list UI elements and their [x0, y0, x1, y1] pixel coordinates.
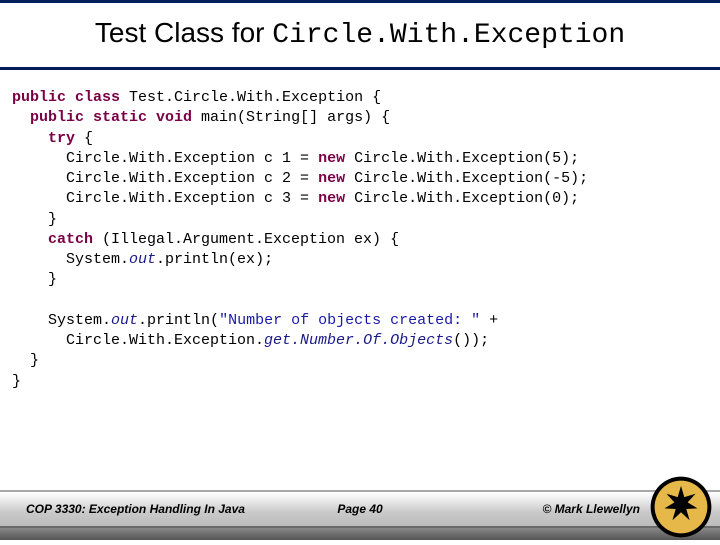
code-text: Circle.With.Exception(-5); [345, 170, 588, 187]
code-text: .println( [138, 312, 219, 329]
code-text: Circle.With.Exception(5); [345, 150, 579, 167]
code-kw: catch [12, 231, 93, 248]
footer-bar: COP 3330: Exception Handling In Java Pag… [0, 490, 720, 528]
code-kw: class [66, 89, 120, 106]
code-text: main(String[] args) { [192, 109, 390, 126]
footer-page-text: Page 40 [337, 502, 382, 516]
code-text: Circle.With.Exception(0); [345, 190, 579, 207]
code-text: Circle.With.Exception c 2 = [12, 170, 318, 187]
code-text: System. [12, 251, 129, 268]
code-kw: new [318, 190, 345, 207]
ucf-logo-icon [648, 474, 714, 540]
footer-bottom-bar [0, 528, 720, 540]
code-text: System. [12, 312, 111, 329]
code-text: ()); [453, 332, 489, 349]
code-text: + [480, 312, 498, 329]
code-kw: new [318, 170, 345, 187]
code-kw: public [12, 89, 66, 106]
code-kw: void [147, 109, 192, 126]
code-string: "Number of objects created: " [219, 312, 480, 329]
code-text: } [12, 271, 57, 288]
footer-copyright: © Mark Llewellyn [542, 502, 640, 516]
slide-title: Test Class for Circle.With.Exception [0, 3, 720, 63]
code-text: } [12, 211, 57, 228]
code-text: Circle.With.Exception c 1 = [12, 150, 318, 167]
code-kw: try [12, 130, 75, 147]
code-text: Circle.With.Exception. [12, 332, 264, 349]
code-text: Circle.With.Exception c 3 = [12, 190, 318, 207]
code-kw: new [318, 150, 345, 167]
code-italic: get.Number.Of.Objects [264, 332, 453, 349]
code-text: } [12, 352, 39, 369]
code-italic: out [111, 312, 138, 329]
code-kw: static [84, 109, 147, 126]
title-mono: Circle.With.Exception [272, 20, 625, 51]
code-block: public class Test.Circle.With.Exception … [0, 70, 720, 540]
code-kw: public [12, 109, 84, 126]
footer: COP 3330: Exception Handling In Java Pag… [0, 490, 720, 540]
code-italic: out [129, 251, 156, 268]
code-text: Test.Circle.With.Exception { [120, 89, 381, 106]
title-plain: Test Class for [95, 17, 272, 48]
code-text: { [75, 130, 93, 147]
code-text: } [12, 373, 21, 390]
code-text: (Illegal.Argument.Exception ex) { [93, 231, 399, 248]
code-text: .println(ex); [156, 251, 273, 268]
